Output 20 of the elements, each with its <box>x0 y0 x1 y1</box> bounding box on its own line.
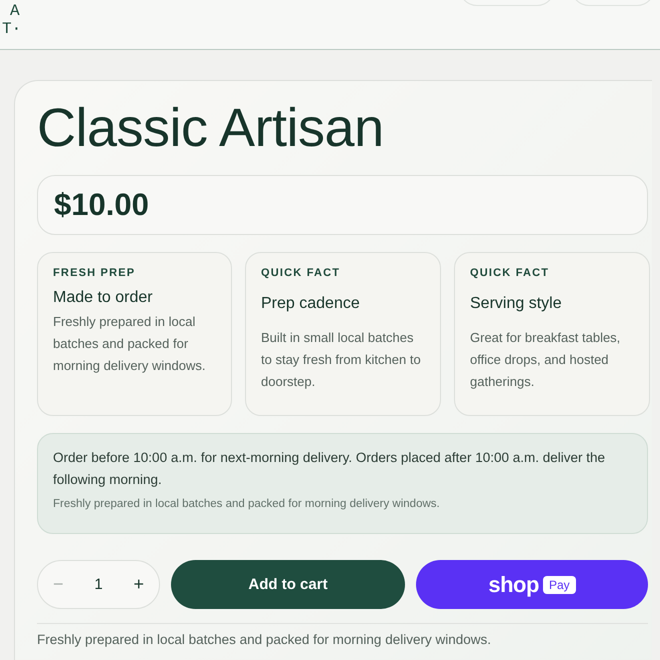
product-title: Classic Artisan <box>37 97 385 160</box>
quantity-value[interactable]: 1 <box>94 576 103 593</box>
product-description: Freshly prepared in local batches and packed for morning delivery windows. <box>37 632 492 647</box>
logo-text[interactable]: T· <box>2 20 22 38</box>
price-text: $10.00 <box>54 187 149 223</box>
shop-pay-button[interactable]: shop Pay <box>416 560 648 609</box>
feature-eyebrow: QUICK FACT <box>261 267 342 279</box>
feature-title: Prep cadence <box>261 295 361 313</box>
feature-text: Great for breakfast tables, office drops, and hosted gatherings. <box>470 329 622 391</box>
add-to-cart-button[interactable]: Add to cart <box>171 560 405 609</box>
feature-title: Made to order <box>53 289 154 307</box>
feature-title: Serving style <box>470 295 563 313</box>
feature-eyebrow: QUICK FACT <box>470 267 550 279</box>
logo-text[interactable]: A <box>2 2 22 20</box>
feature-text: Built in small local batches to stay fresh from kitchen to doorstep. <box>261 329 422 391</box>
notice-subtext: Freshly prepared in local batches and packed for morning delivery windows. <box>53 498 441 510</box>
notice-text: Order before 10:00 a.m. for next-morning delivery. Orders placed after 10:00 a.m. deliver the following morning. <box>53 449 606 489</box>
increase-button[interactable]: + <box>127 570 150 599</box>
feature-text: Freshly prepared in local batches and packed for morning delivery windows. <box>53 313 206 375</box>
feature-eyebrow: FRESH PREP <box>53 267 136 279</box>
